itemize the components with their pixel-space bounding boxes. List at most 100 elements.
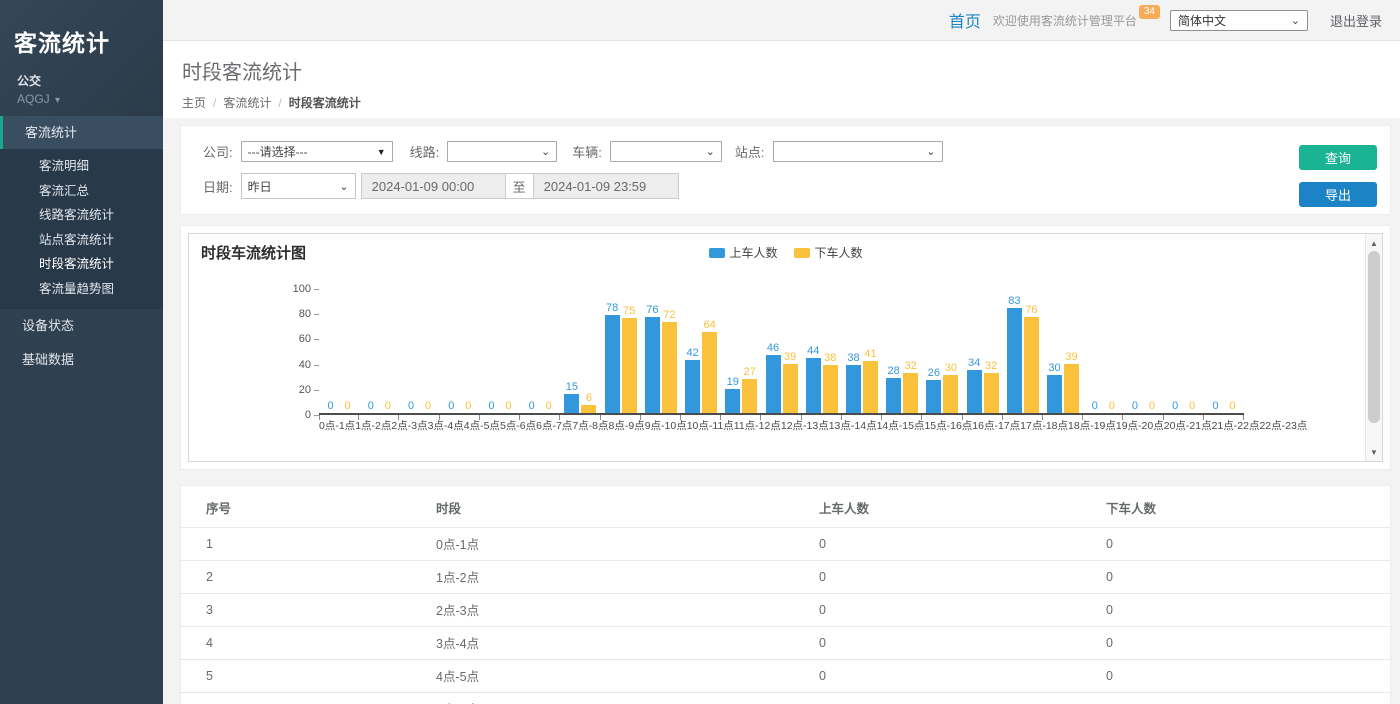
user-dropdown[interactable]: AQGJ ▾ <box>14 92 149 106</box>
x-axis-label: 7点-8点 <box>572 420 608 432</box>
y-axis-label: 0 <box>277 409 311 421</box>
breadcrumb-home[interactable]: 主页 <box>182 96 206 110</box>
table-cell: 0 <box>1081 693 1390 704</box>
scroll-down-icon[interactable]: ▼ <box>1366 444 1382 460</box>
sidebar-header: 客流统计 公交 AQGJ ▾ <box>0 0 163 116</box>
bar-group: 3432 <box>963 289 1003 413</box>
sidebar-item-passenger-flow[interactable]: 客流统计 <box>0 116 163 149</box>
table-header-cell: 下车人数 <box>1081 486 1390 528</box>
date-from-input[interactable]: 2024-01-09 00:00 <box>361 173 506 199</box>
bar-value-label: 72 <box>663 309 675 321</box>
language-select[interactable]: 简体中文 ⌄ <box>1170 10 1308 31</box>
legend-label-up: 上车人数 <box>729 244 777 261</box>
bar-group: 2630 <box>922 289 962 413</box>
bar-group: 8376 <box>1003 289 1043 413</box>
table-cell: 0 <box>794 528 1081 561</box>
vehicle-select[interactable]: ⌄ <box>610 141 722 162</box>
scrollbar-thumb[interactable] <box>1368 251 1380 423</box>
bar-boarding: 0 <box>484 400 499 413</box>
bar-value-label: 83 <box>1008 295 1020 307</box>
table-cell: 0 <box>794 561 1081 594</box>
sidebar-item-flow-trend-chart[interactable]: 客流量趋势图 <box>0 277 163 302</box>
bar-value-label: 0 <box>1229 400 1235 412</box>
export-button[interactable]: 导出 <box>1299 182 1377 207</box>
table-cell: 3点-4点 <box>411 627 794 660</box>
bar-group: 3039 <box>1043 289 1083 413</box>
table-cell: 5点-6点 <box>411 693 794 704</box>
chart-bars-row: 0000000000001567875767242641927463944383… <box>319 289 1244 415</box>
bar-value-label: 78 <box>606 302 618 314</box>
bar-alighting: 32 <box>984 360 999 413</box>
bar-value-label: 0 <box>465 400 471 412</box>
notification-badge: 34 <box>1139 5 1160 19</box>
sidebar-item-period-flow-stats[interactable]: 时段客流统计 <box>0 252 163 277</box>
table-row: 43点-4点00 <box>181 627 1390 660</box>
chevron-down-icon: ⌄ <box>706 145 715 158</box>
bar-group: 3841 <box>842 289 882 413</box>
sidebar: 客流统计 公交 AQGJ ▾ 客流统计 客流明细客流汇总线路客流统计站点客流统计… <box>0 0 163 704</box>
bar-alighting: 64 <box>702 319 717 413</box>
bar-alighting: 30 <box>943 362 958 413</box>
sidebar-item-base-data[interactable]: 基础数据 <box>0 343 163 377</box>
sidebar-item-flow-summary[interactable]: 客流汇总 <box>0 179 163 204</box>
bar-boarding: 78 <box>605 302 620 413</box>
bar-value-label: 15 <box>566 381 578 393</box>
table-cell: 0点-1点 <box>411 528 794 561</box>
filter-panel: 公司: ---请选择--- ▼ 线路: ⌄ 车辆: ⌄ 站点: ⌄ 日期: <box>180 125 1391 215</box>
bar-group: 4639 <box>761 289 801 413</box>
line-select[interactable]: ⌄ <box>447 141 557 162</box>
bar-alighting: 0 <box>421 400 436 413</box>
date-preset-select[interactable]: 昨日 ⌄ <box>241 173 356 199</box>
bar-value-label: 0 <box>368 400 374 412</box>
bar-alighting: 0 <box>380 400 395 413</box>
welcome-text: 欢迎使用客流统计管理平台 <box>993 12 1137 29</box>
date-range-separator: 至 <box>506 173 533 199</box>
bar-alighting: 38 <box>823 352 838 413</box>
bar-group: 00 <box>480 289 520 413</box>
sidebar-item-flow-detail[interactable]: 客流明细 <box>0 154 163 179</box>
x-axis-label: 5点-6点 <box>500 420 536 432</box>
logout-link[interactable]: 退出登录 <box>1330 11 1382 30</box>
table-body: 10点-1点0021点-2点0032点-3点0043点-4点0054点-5点00… <box>181 528 1390 704</box>
bar-value-label: 30 <box>1048 362 1060 374</box>
y-axis-label: 60 <box>277 333 311 345</box>
table-row: 32点-3点00 <box>181 594 1390 627</box>
x-axis-label: 18点-19点 <box>1068 420 1116 432</box>
sidebar-item-station-flow-stats[interactable]: 站点客流统计 <box>0 228 163 253</box>
query-button[interactable]: 查询 <box>1299 145 1377 170</box>
bar-value-label: 0 <box>529 400 535 412</box>
bar-alighting: 0 <box>1104 400 1119 413</box>
bar-boarding: 28 <box>886 365 901 413</box>
scroll-up-icon[interactable]: ▲ <box>1366 235 1382 251</box>
table-cell: 5 <box>181 660 411 693</box>
breadcrumb-section[interactable]: 客流统计 <box>223 96 271 110</box>
bar-value-label: 0 <box>1092 400 1098 412</box>
chevron-down-icon: ⌄ <box>1291 14 1300 27</box>
bar-value-label: 38 <box>824 352 836 364</box>
bar-group: 4264 <box>681 289 721 413</box>
legend-item-alighting[interactable]: 下车人数 <box>794 244 863 261</box>
table-row: 10点-1点00 <box>181 528 1390 561</box>
bar-alighting: 72 <box>662 309 677 413</box>
company-label: 公司: <box>203 142 233 161</box>
chart-scrollbar[interactable]: ▲ ▼ <box>1365 234 1382 461</box>
legend-item-boarding[interactable]: 上车人数 <box>708 244 777 261</box>
home-link[interactable]: 首页 <box>949 8 981 32</box>
station-select[interactable]: ⌄ <box>773 141 943 162</box>
bar-value-label: 0 <box>328 400 334 412</box>
bar-boarding: 30 <box>1047 362 1062 413</box>
sidebar-item-line-flow-stats[interactable]: 线路客流统计 <box>0 203 163 228</box>
table-cell: 0 <box>794 693 1081 704</box>
sidebar-item-device-status[interactable]: 设备状态 <box>0 309 163 343</box>
table-header-cell: 上车人数 <box>794 486 1081 528</box>
bar-value-label: 0 <box>425 400 431 412</box>
table-cell: 0 <box>1081 561 1390 594</box>
bar-value-label: 41 <box>864 348 876 360</box>
table-cell: 6 <box>181 693 411 704</box>
bar-value-label: 76 <box>646 304 658 316</box>
table-row: 21点-2点00 <box>181 561 1390 594</box>
company-select[interactable]: ---请选择--- ▼ <box>241 141 393 162</box>
date-to-input[interactable]: 2024-01-09 23:59 <box>533 173 679 199</box>
bar-value-label: 32 <box>905 360 917 372</box>
table-cell: 0 <box>794 627 1081 660</box>
